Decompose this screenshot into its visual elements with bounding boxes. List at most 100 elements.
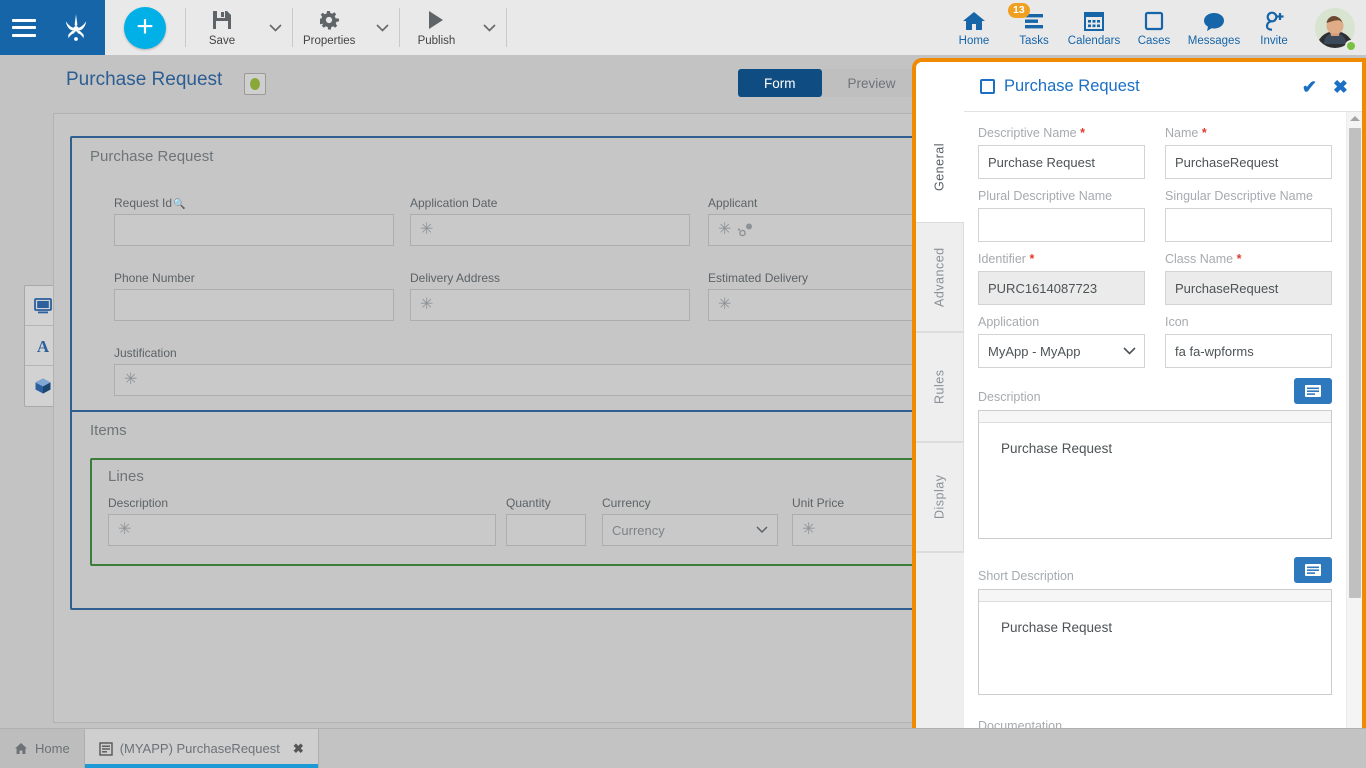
taskbar-item-home[interactable]: Home (0, 729, 85, 768)
nav-messages[interactable]: Messages (1184, 0, 1244, 55)
field-plural-descriptive-name-label: Plural Descriptive Name (978, 189, 1145, 203)
properties-scrollbar[interactable] (1346, 112, 1362, 764)
field-singular-descriptive-name-input[interactable] (1165, 208, 1332, 242)
field-phone-number[interactable]: Phone Number (114, 271, 394, 321)
field-line-currency-label: Currency (602, 496, 778, 510)
field-justification[interactable]: Justification ✳ (114, 346, 990, 396)
short-description-editor-content[interactable]: Purchase Request (979, 602, 1331, 694)
field-application-date[interactable]: Application Date ✳ (410, 196, 690, 246)
person-link-icon (737, 223, 755, 237)
chevron-down-icon (376, 24, 389, 32)
field-class-name-input[interactable]: PurchaseRequest (1165, 271, 1332, 305)
required-marker: * (1237, 252, 1242, 266)
field-delivery-address[interactable]: Delivery Address ✳ (410, 271, 690, 321)
publish-label: Publish (418, 35, 456, 47)
taskbar-item-purchaserequest-label: (MYAPP) PurchaseRequest (120, 741, 280, 756)
field-identifier: Identifier * PURC1614087723 (978, 252, 1145, 305)
status-dot (250, 78, 260, 90)
tab-advanced[interactable]: Advanced (916, 222, 964, 332)
tab-display[interactable]: Display (916, 442, 964, 552)
properties-main: Purchase Request ✔ ✖ Descriptive Name * … (964, 62, 1362, 764)
frog-logo-icon[interactable] (59, 11, 93, 45)
tasks-badge: 13 (1008, 3, 1030, 18)
page-title: Purchase Request (66, 69, 222, 91)
field-delivery-address-input[interactable]: ✳ (410, 289, 690, 321)
field-descriptive-name-input[interactable]: Purchase Request (978, 145, 1145, 179)
nav-calendars[interactable]: Calendars (1064, 0, 1124, 55)
panel-items[interactable]: Items Lines Description ✳ Quantity Curre… (70, 410, 932, 610)
select-checkbox[interactable] (980, 79, 995, 94)
publish-dropdown-caret[interactable] (472, 0, 506, 55)
properties-label: Properties (303, 35, 355, 47)
status-badge[interactable] (244, 73, 266, 95)
close-icon[interactable]: ✖ (293, 741, 304, 757)
gear-icon (317, 8, 341, 32)
field-line-description[interactable]: Description ✳ (108, 496, 496, 546)
properties-button[interactable]: Properties (293, 0, 365, 55)
tab-preview[interactable]: Preview (822, 69, 922, 97)
add-button[interactable]: + (124, 7, 166, 49)
field-application: Application MyApp - MyApp (978, 315, 1145, 368)
properties-dropdown-caret[interactable] (365, 0, 399, 55)
rich-text-editor-icon (1304, 563, 1322, 577)
nav-home[interactable]: Home (944, 0, 1004, 55)
field-phone-number-input[interactable] (114, 289, 394, 321)
brand-area (0, 0, 105, 55)
nav-invite[interactable]: Invite (1244, 0, 1304, 55)
field-line-currency[interactable]: Currency Currency (602, 496, 778, 546)
field-descriptive-name-label: Descriptive Name (978, 126, 1077, 140)
add-button-wrap: + (105, 0, 185, 55)
nav-cases[interactable]: Cases (1124, 0, 1184, 55)
field-plural-descriptive-name-input[interactable] (978, 208, 1145, 242)
field-line-quantity-input[interactable] (506, 514, 586, 546)
avatar-wrap[interactable] (1304, 0, 1366, 55)
form-icon (99, 742, 113, 756)
field-application-select[interactable]: MyApp - MyApp (978, 334, 1145, 368)
nav-tasks[interactable]: 13 Tasks (1004, 0, 1064, 55)
field-request-id-input[interactable] (114, 214, 394, 246)
field-icon-input[interactable]: fa fa-wpforms (1165, 334, 1332, 368)
tab-form[interactable]: Form (738, 69, 822, 97)
panel-purchase-request[interactable]: Purchase Request Request Id🔍 Application… (70, 136, 932, 416)
chevron-down-icon (756, 526, 768, 534)
field-singular-descriptive-name-label: Singular Descriptive Name (1165, 189, 1332, 203)
typography-icon: A (33, 337, 53, 355)
close-icon[interactable]: ✖ (1333, 78, 1348, 96)
description-editor[interactable]: Purchase Request (978, 410, 1332, 539)
scrollbar-thumb[interactable] (1349, 128, 1361, 598)
field-name-input[interactable]: PurchaseRequest (1165, 145, 1332, 179)
field-line-currency-select[interactable]: Currency (602, 514, 778, 546)
scroll-up-arrow-icon[interactable] (1350, 116, 1360, 121)
field-justification-input[interactable]: ✳ (114, 364, 990, 396)
field-icon: Icon fa fa-wpforms (1165, 315, 1332, 368)
description-editor-content[interactable]: Purchase Request (979, 423, 1331, 538)
description-editor-toolbar (979, 411, 1331, 423)
field-application-date-input[interactable]: ✳ (410, 214, 690, 246)
field-description-label: Description (978, 390, 1041, 404)
tab-rules[interactable]: Rules (916, 332, 964, 442)
publish-button[interactable]: Publish (400, 0, 472, 55)
short-description-editor[interactable]: Purchase Request (978, 589, 1332, 695)
field-identifier-input[interactable]: PURC1614087723 (978, 271, 1145, 305)
hamburger-icon[interactable] (12, 19, 36, 37)
required-marker: * (1202, 126, 1207, 140)
panel-lines[interactable]: Lines Description ✳ Quantity Currency Cu… (90, 458, 930, 566)
tab-general[interactable]: General (916, 112, 964, 222)
save-dropdown-caret[interactable] (258, 0, 292, 55)
save-button[interactable]: Save (186, 0, 258, 55)
play-icon (424, 8, 448, 32)
short-description-editor-button[interactable] (1294, 557, 1332, 583)
field-justification-label: Justification (114, 346, 990, 360)
required-marker: * (1029, 252, 1034, 266)
field-request-id[interactable]: Request Id🔍 (114, 196, 394, 246)
field-line-quantity[interactable]: Quantity (506, 496, 586, 546)
home-icon (961, 9, 987, 33)
field-line-description-input[interactable]: ✳ (108, 514, 496, 546)
description-editor-button[interactable] (1294, 378, 1332, 404)
field-phone-number-label: Phone Number (114, 271, 394, 285)
field-short-description-label: Short Description (978, 569, 1074, 583)
properties-body: Descriptive Name * Purchase Request Name… (964, 112, 1362, 764)
confirm-icon[interactable]: ✔ (1302, 78, 1317, 96)
taskbar-item-purchaserequest[interactable]: (MYAPP) PurchaseRequest ✖ (85, 729, 319, 768)
cube-icon (33, 377, 53, 395)
